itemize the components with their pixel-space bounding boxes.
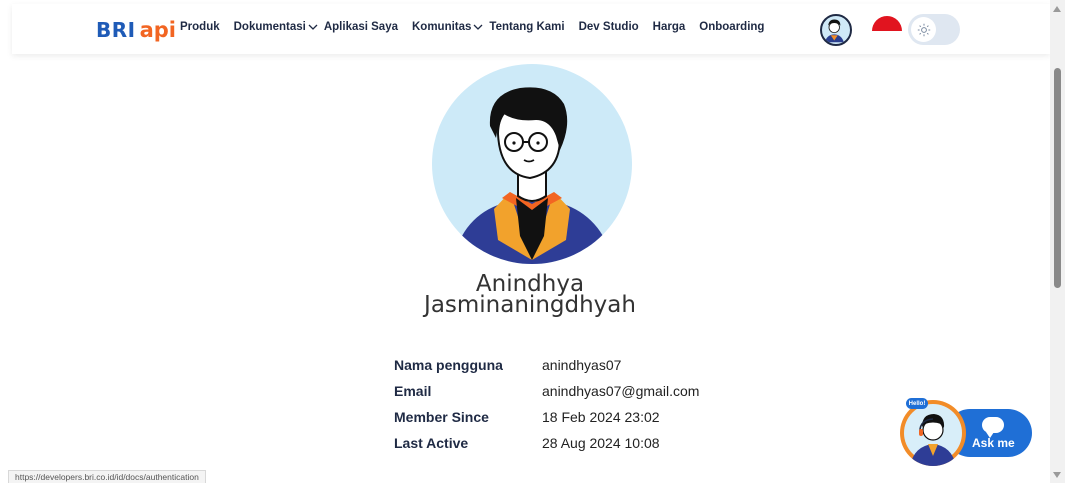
profile-name-last: Jasminaningdhyah (424, 292, 636, 318)
nav-item-label: Aplikasi Saya (323, 21, 398, 33)
vertical-scrollbar[interactable] (1050, 0, 1065, 483)
info-label: Nama pengguna (394, 357, 503, 373)
bri-api-logo[interactable]: BRI api (96, 18, 176, 42)
scroll-down-arrow-icon[interactable] (1053, 472, 1061, 478)
profile-avatar (432, 64, 632, 264)
nav-item-label: Komunitas (412, 21, 472, 33)
hello-tag: Hello! (906, 398, 928, 409)
top-navbar: BRI api Produk Dokumentasi Aplikasi Saya… (12, 4, 1050, 54)
info-row-last-active: Last Active 28 Aug 2024 10:08 (394, 430, 699, 456)
nav-item-dev-studio[interactable]: Dev Studio (579, 21, 639, 33)
profile-avatar-illustration (452, 87, 614, 264)
nav-item-onboarding[interactable]: Onboarding (699, 21, 764, 33)
profile-info-table: Nama pengguna anindhyas07 Email anindhya… (394, 352, 699, 456)
nav-item-harga[interactable]: Harga (653, 21, 686, 33)
nav-item-komunitas[interactable]: Komunitas (412, 21, 483, 33)
info-value: anindhyas07@gmail.com (542, 383, 700, 399)
nav-item-dokumentasi[interactable]: Dokumentasi (233, 21, 318, 33)
nav-item-label: Produk (180, 21, 220, 33)
scroll-up-arrow-icon[interactable] (1053, 6, 1061, 12)
nav-item-label: Dokumentasi (233, 21, 306, 33)
indonesia-flag-icon[interactable] (872, 16, 902, 31)
nav-item-produk[interactable]: Produk (180, 21, 220, 33)
nav-item-label: Onboarding (699, 21, 765, 33)
chevron-down-icon (308, 22, 318, 33)
nav-item-label: Dev Studio (578, 21, 639, 33)
info-label: Email (394, 383, 432, 399)
toggle-knob (911, 17, 936, 42)
theme-toggle[interactable] (908, 14, 960, 45)
chevron-down-icon (473, 22, 483, 33)
logo-api-text: api (139, 18, 176, 42)
nav-item-label: Tentang Kami (489, 21, 565, 33)
nav-item-tentang-kami[interactable]: Tentang Kami (489, 21, 564, 33)
info-value: 18 Feb 2024 23:02 (542, 409, 660, 425)
sun-icon (917, 23, 930, 36)
logo-bri-text: BRI (96, 18, 136, 42)
ask-me-label: Ask me (972, 436, 1015, 450)
nav-menu: Produk Dokumentasi Aplikasi Saya Komunit… (180, 21, 778, 33)
info-value: anindhyas07 (542, 357, 622, 373)
info-label: Member Since (394, 409, 489, 425)
assistant-illustration (904, 404, 962, 466)
info-row-username: Nama pengguna anindhyas07 (394, 352, 699, 378)
chat-bubble-icon (982, 417, 1004, 438)
scrollbar-thumb[interactable] (1054, 68, 1061, 288)
user-avatar-button[interactable] (820, 14, 852, 46)
status-bar-url: https://developers.bri.co.id/id/docs/aut… (8, 470, 206, 483)
nav-item-aplikasi-saya[interactable]: Aplikasi Saya (324, 21, 398, 33)
nav-item-label: Harga (652, 21, 686, 33)
info-row-member-since: Member Since 18 Feb 2024 23:02 (394, 404, 699, 430)
ask-me-chat-widget[interactable]: Ask me Hello! (896, 398, 1036, 468)
info-row-email: Email anindhyas07@gmail.com (394, 378, 699, 404)
info-label: Last Active (394, 435, 469, 451)
user-avatar-icon (824, 19, 844, 43)
info-value: 28 Aug 2024 10:08 (542, 435, 660, 451)
page: BRI api Produk Dokumentasi Aplikasi Saya… (0, 0, 1065, 483)
chat-assistant-avatar[interactable] (900, 400, 966, 466)
